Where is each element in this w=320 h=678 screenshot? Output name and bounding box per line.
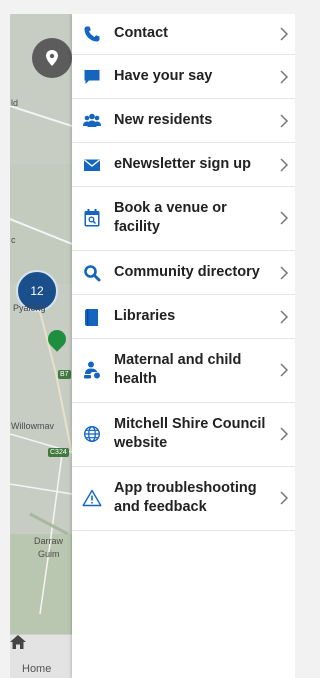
map-label-partial-mid: c [11,235,16,245]
menu-item-label: Mitchell Shire Council website [114,416,266,451]
menu-item-label: Maternal and child health [114,352,242,387]
menu-item-label: Libraries [114,308,176,324]
home-tab[interactable]: Home [10,634,72,678]
menu-item-label: eNewsletter sign up [114,156,251,172]
menu-item-label: Book a venue or facility [114,200,227,235]
map-view[interactable]: ld c 12 Pyalong B7 Willowmav C324 Darraw… [10,14,72,678]
chevron-right-icon [280,310,289,324]
search-icon [82,263,102,283]
menu-item-enewsletter[interactable]: eNewsletter sign up [72,143,295,187]
chevron-right-icon [280,363,289,377]
chevron-right-icon [280,211,289,225]
road-tag-c324: C324 [48,448,69,457]
map-pin-icon [46,50,58,66]
book-icon [82,307,102,327]
map-label-darraweit: Darraw [34,536,64,546]
menu-item-label: Contact [114,25,168,41]
menu-item-maternal-child-health[interactable]: Maternal and child health [72,339,295,403]
envelope-icon [82,155,102,175]
speech-bubble-icon [82,67,102,87]
calendar-search-icon [82,208,102,228]
menu-item-libraries[interactable]: Libraries [72,295,295,339]
home-icon [10,635,26,649]
menu-item-label: Have your say [114,68,213,84]
menu-item-community-directory[interactable]: Community directory [72,251,295,295]
app-frame: ld c 12 Pyalong B7 Willowmav C324 Darraw… [10,14,295,678]
road-tag-b75: B7 [58,370,71,379]
location-pin-button[interactable] [32,38,72,78]
chevron-right-icon [280,158,289,172]
mother-child-icon [82,360,102,380]
chevron-right-icon [280,27,289,41]
side-menu: Contact Have your say New residents eNew… [72,14,295,678]
menu-item-label: Community directory [114,264,260,280]
chevron-right-icon [280,427,289,441]
chevron-right-icon [280,491,289,505]
menu-item-app-troubleshooting[interactable]: App troubleshooting and feedback [72,467,295,531]
menu-item-council-website[interactable]: Mitchell Shire Council website [72,403,295,467]
globe-icon [82,424,102,444]
map-label-willowmavin: Willowmav [11,421,55,431]
menu-item-label: New residents [114,112,213,128]
chevron-right-icon [280,266,289,280]
phone-icon [82,24,102,44]
map-label-partial-top: ld [11,98,19,108]
map-label-pyalong: Pyalong [13,303,46,313]
menu-item-new-residents[interactable]: New residents [72,99,295,143]
chevron-right-icon [280,70,289,84]
menu-item-contact[interactable]: Contact [72,14,295,55]
menu-item-label: App troubleshooting and feedback [114,480,257,515]
chevron-right-icon [280,114,289,128]
home-tab-label: Home [22,663,52,675]
people-icon [82,111,102,131]
menu-item-have-your-say[interactable]: Have your say [72,55,295,99]
warning-icon [82,488,102,508]
menu-item-book-venue[interactable]: Book a venue or facility [72,187,295,251]
map-label-guim: Guim [38,549,60,559]
